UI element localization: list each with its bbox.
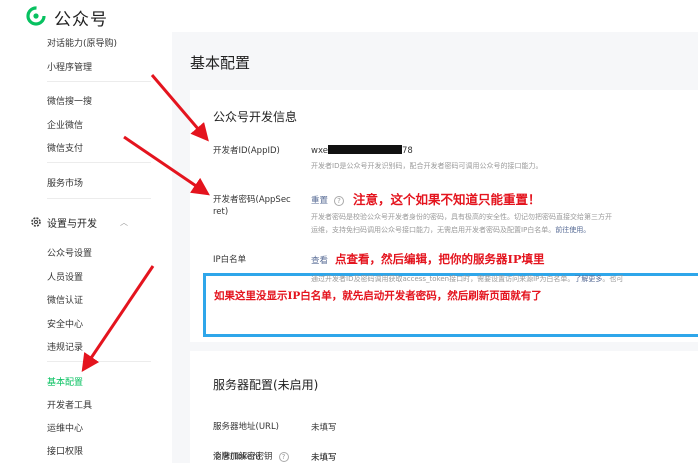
sidebar-item-work-wechat[interactable]: 企业微信 [47,118,83,131]
sidebar-item-verify[interactable]: 微信认证 [47,293,83,306]
wechat-logo-icon [26,6,46,26]
sidebar-item-dialog[interactable]: 对话能力(原导购) [47,36,117,49]
gear-icon [31,217,41,227]
ip-description-text: 通过开发者ID及密码调用获取access_token接口时，需要设置访问来源IP… [311,275,575,283]
sidebar: 对话能力(原导购) 小程序管理 微信搜一搜 企业微信 微信支付 服务市场 设置与… [0,32,172,463]
dev-info-card: 公众号开发信息 开发者ID(AppID) wxe 78 开发者ID是公众号开发识别… [190,90,698,342]
encoding-key-value: 未填写 [311,453,337,463]
sidebar-item-api-permissions[interactable]: 接口权限 [47,444,83,457]
appsecret-description-line1: 开发者密码是校验公众号开发者身份的密码，具有极高的安全性。切记勿把密码直接交给第… [311,213,612,221]
appsecret-description-line2: 运维，支持免扫码调用公众号接口能力，无需启用开发者密码及配置IP白名单。前往使用… [311,225,590,235]
ip-whitelist-label: IP白名单 [213,255,247,265]
appid-description: 开发者ID是公众号开发识别码，配合开发者密码可调用公众号的接口能力。 [311,162,543,170]
sidebar-divider [47,162,151,163]
appid-label: 开发者ID(AppID) [213,146,280,156]
appsecret-label: 开发者密码(AppSec ret) [213,194,291,218]
appsecret-description-text: 运维，支持免扫码调用公众号接口能力，无需启用开发者密码及配置IP白名单。 [311,226,556,234]
ip-whitelist-description: 通过开发者ID及密码调用获取access_token接口时，需要设置访问来源IP… [311,274,623,284]
main-content: 基本配置 公众号开发信息 开发者ID(AppID) wxe 78 开发者ID是公众… [172,32,698,463]
secret-annotation: 注意，这个如果不知道只能重置！ [353,192,541,207]
appid-suffix: 78 [401,146,413,156]
sidebar-item-ops[interactable]: 运维中心 [47,421,83,434]
server-url-value: 未填写 [311,423,337,433]
reset-secret-link[interactable]: 重置 [311,196,328,206]
sidebar-divider [47,361,151,362]
appsecret-label-line2: ret) [213,207,229,217]
sidebar-item-account-settings[interactable]: 公众号设置 [47,246,92,259]
help-icon[interactable]: ? [334,196,345,206]
appsecret-actions: 重置? [311,194,345,206]
dev-info-title: 公众号开发信息 [213,110,298,124]
sidebar-item-pay[interactable]: 微信支付 [47,141,83,154]
sidebar-item-market[interactable]: 服务市场 [47,176,83,189]
sidebar-item-security[interactable]: 安全中心 [47,317,83,330]
go-use-link[interactable]: 前往使用。 [555,226,590,234]
server-url-label: 服务器地址(URL) [213,422,279,432]
server-config-card: 服务器配置(未启用) 服务器地址(URL) 未填写 令牌(Token) 未填写 [190,351,698,463]
sidebar-divider [47,198,151,199]
encoding-key-label: 消息加解密密钥? [213,451,289,463]
page-title: 基本配置 [190,54,251,72]
chevron-up-icon: ︿ [120,218,128,227]
appid-prefix: wxe [311,146,328,156]
sidebar-item-basic-config[interactable]: 基本配置 [47,375,83,388]
redaction-mask [327,145,402,154]
sidebar-item-people[interactable]: 人员设置 [47,270,83,283]
view-ip-whitelist-link[interactable]: 查看 [311,254,328,266]
sidebar-group-label: 设置与开发 [47,219,97,230]
view-link-text[interactable]: 查看 [311,256,328,266]
ip-description-tail: 。也可 [602,275,624,283]
appid-value: wxe 78 [311,145,413,156]
learn-more-link[interactable]: 了解更多 [574,275,602,283]
sidebar-item-dev-tools[interactable]: 开发者工具 [47,398,92,411]
server-config-title: 服务器配置(未启用) [213,378,319,392]
sidebar-divider [47,81,151,82]
sidebar-item-violations[interactable]: 违规记录 [47,340,83,353]
appsecret-label-line1: 开发者密码(AppSec [213,195,291,205]
encoding-key-text: 消息加解密密钥 [213,452,273,462]
sidebar-item-search[interactable]: 微信搜一搜 [47,94,92,107]
ip-annotation: 点查看，然后编辑，把你的服务器IP填里 [335,252,545,266]
top-bar: 公众号 [0,0,698,32]
sidebar-item-miniprogram[interactable]: 小程序管理 [47,60,92,73]
help-icon[interactable]: ? [278,452,289,462]
bottom-annotation: 如果这里没显示IP白名单，就先启动开发者密码，然后刷新页面就有了 [214,290,542,302]
brand-title: 公众号 [54,10,108,30]
